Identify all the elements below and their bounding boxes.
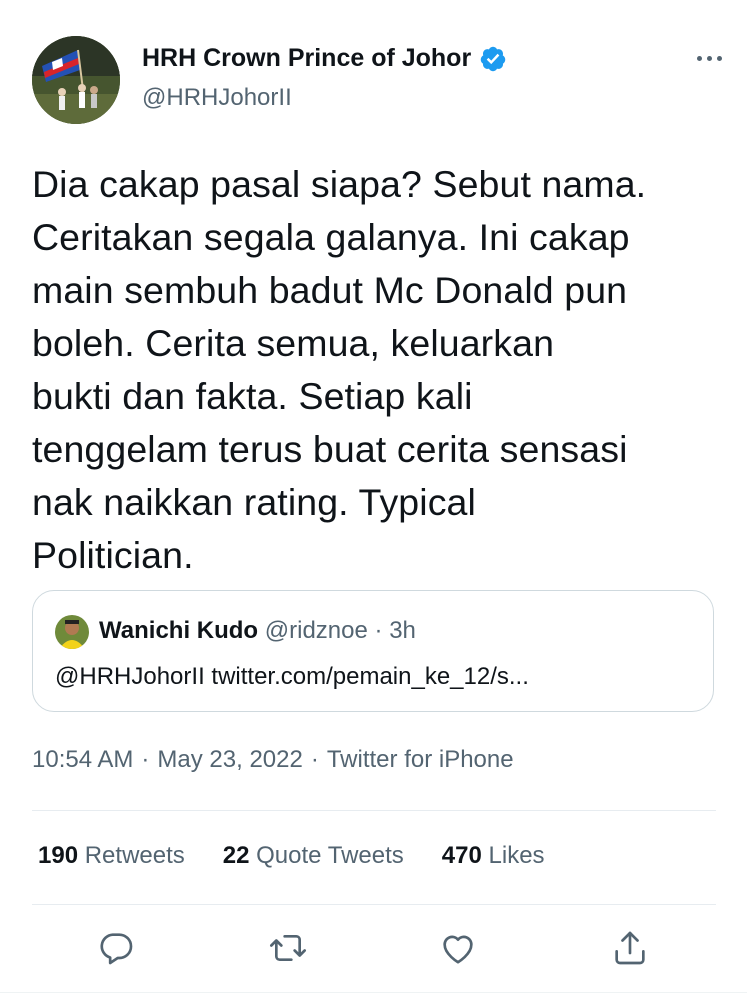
share-icon[interactable] <box>610 928 650 968</box>
author-handle[interactable]: @HRHJohorII <box>142 84 292 112</box>
quote-tweets-stat[interactable]: 22 Quote Tweets <box>223 842 404 870</box>
retweets-count: 190 <box>38 842 79 869</box>
divider <box>32 904 716 905</box>
bottom-divider <box>0 992 747 993</box>
heart-icon[interactable] <box>438 928 478 968</box>
likes-count: 470 <box>441 842 482 869</box>
meta-separator: · <box>310 746 319 773</box>
tweet-meta: 10:54 AM · May 23, 2022 · Twitter for iPhone <box>32 746 514 774</box>
tweet-actions <box>0 920 747 980</box>
meta-separator: · <box>141 746 150 773</box>
quoted-author-name: Wanichi Kudo <box>99 617 259 644</box>
tweet-time[interactable]: 10:54 AM <box>32 746 133 773</box>
verified-badge-icon <box>479 45 507 73</box>
reply-icon[interactable] <box>96 928 136 968</box>
retweets-stat[interactable]: 190 Retweets <box>38 842 185 870</box>
retweet-icon[interactable] <box>268 928 308 968</box>
author-name[interactable]: HRH Crown Prince of Johor <box>142 44 471 73</box>
author-avatar[interactable] <box>32 36 120 124</box>
tweet-text: Dia cakap pasal siapa? Sebut nama. Cerit… <box>32 163 647 576</box>
quote-tweets-count: 22 <box>222 842 250 869</box>
quoted-author-avatar[interactable] <box>55 615 89 649</box>
quoted-tweet-text: @HRHJohorII twitter.com/pemain_ke_12/s..… <box>55 663 529 690</box>
quoted-author-handle: @ridznoe <box>264 617 368 644</box>
tweet-source[interactable]: Twitter for iPhone <box>327 746 514 773</box>
quoted-tweet[interactable]: Wanichi Kudo @ridznoe · 3h @HRHJohorII t… <box>32 590 714 712</box>
likes-stat[interactable]: 470 Likes <box>442 842 545 870</box>
likes-label: Likes <box>488 842 545 869</box>
quoted-tweet-header: Wanichi Kudo @ridznoe · 3h <box>99 617 416 645</box>
tweet-header: HRH Crown Prince of Johor @HRHJohorII <box>32 36 722 126</box>
tweet-date[interactable]: May 23, 2022 <box>157 746 302 773</box>
quoted-time: 3h <box>389 617 416 644</box>
divider <box>32 810 716 811</box>
quoted-separator: · <box>374 617 383 644</box>
retweets-label: Retweets <box>84 842 185 869</box>
more-horizontal-icon[interactable] <box>682 46 722 70</box>
quote-tweets-label: Quote Tweets <box>256 842 404 869</box>
author-name-row: HRH Crown Prince of Johor <box>142 44 507 73</box>
tweet-stats: 190 Retweets 22 Quote Tweets 470 Likes <box>38 842 545 870</box>
